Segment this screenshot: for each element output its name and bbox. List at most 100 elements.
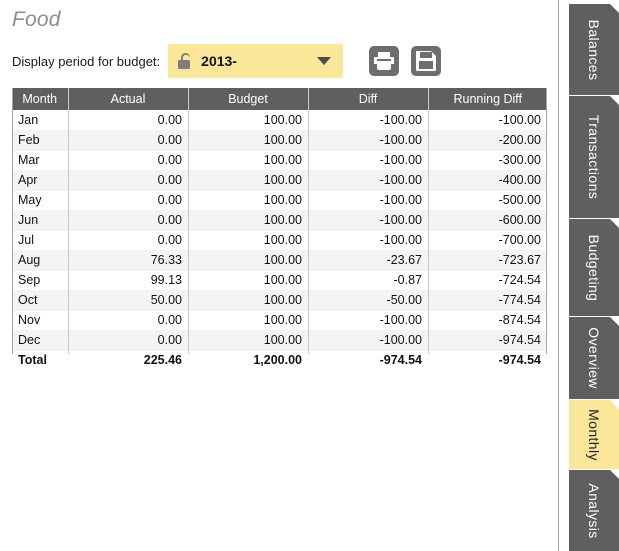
tab-label: Balances (586, 19, 602, 80)
cell-actual: 0.00 (68, 130, 188, 151)
tab-corner-notch (610, 4, 619, 13)
table-row[interactable]: Nov 0.00 100.00 -100.00 -874.54 (12, 310, 547, 331)
cell-diff: -100.00 (308, 150, 428, 171)
period-dropdown[interactable]: 2013- (168, 44, 344, 78)
table-row[interactable]: Sep 99.13 100.00 -0.87 -724.54 (12, 270, 547, 291)
tab-corner-notch (610, 400, 619, 409)
tab-corner-notch (610, 96, 619, 105)
tab-monthly[interactable]: Monthly (569, 400, 619, 469)
budget-table-body: Jan 0.00 100.00 -100.00 -100.00 Feb 0.00 100.00… (12, 110, 547, 370)
total-cell-month: Total (12, 350, 68, 370)
cell-budget: 100.00 (188, 270, 308, 291)
tab-analysis[interactable]: Analysis (569, 470, 619, 551)
cell-budget: 100.00 (188, 190, 308, 211)
cell-month: Dec (12, 330, 68, 351)
cell-diff: -100.00 (308, 190, 428, 211)
cell-budget: 100.00 (188, 130, 308, 151)
table-total-row: Total 225.46 1,200.00 -974.54 -974.54 (12, 350, 547, 370)
cell-month: Jan (12, 110, 68, 131)
cell-diff: -100.00 (308, 310, 428, 331)
cell-diff: -100.00 (308, 210, 428, 231)
table-row[interactable]: Aug 76.33 100.00 -23.67 -723.67 (12, 250, 547, 271)
cell-budget: 100.00 (188, 150, 308, 171)
total-cell-actual: 225.46 (68, 350, 188, 370)
tab-overview[interactable]: Overview (569, 317, 619, 399)
column-header-actual[interactable]: Actual (68, 88, 189, 110)
total-cell-diff: -974.54 (308, 350, 428, 370)
budget-table-container: Month Actual Budget Diff Running Diff Ja… (12, 88, 547, 370)
table-row[interactable]: Apr 0.00 100.00 -100.00 -400.00 (12, 170, 547, 191)
cell-actual: 99.13 (68, 270, 188, 291)
table-row[interactable]: Jan 0.00 100.00 -100.00 -100.00 (12, 110, 547, 131)
total-cell-running-diff: -974.54 (428, 350, 547, 370)
vertical-tab-strip: Balances Transactions Budgeting Overview Mon… (559, 0, 619, 551)
cell-month: Mar (12, 150, 68, 171)
tab-label: Monthly (586, 408, 602, 461)
cell-budget: 100.00 (188, 250, 308, 271)
cell-running-diff: -300.00 (428, 150, 547, 171)
print-button[interactable] (369, 46, 400, 76)
cell-diff: -100.00 (308, 330, 428, 351)
cell-diff: -50.00 (308, 290, 428, 311)
cell-actual: 0.00 (68, 310, 188, 331)
tab-transactions[interactable]: Transactions (569, 96, 619, 218)
cell-month: May (12, 190, 68, 211)
unlocked-padlock-icon (178, 53, 192, 69)
cell-month: Sep (12, 270, 68, 291)
column-header-budget[interactable]: Budget (188, 88, 309, 110)
tab-corner-notch (610, 470, 619, 479)
cell-actual: 0.00 (68, 110, 188, 131)
column-header-running-diff[interactable]: Running Diff (428, 88, 547, 110)
cell-actual: 76.33 (68, 250, 188, 271)
tab-budgeting[interactable]: Budgeting (569, 219, 619, 316)
cell-month: Jul (12, 230, 68, 251)
column-header-diff[interactable]: Diff (308, 88, 429, 110)
cell-month: Feb (12, 130, 68, 151)
cell-diff: -100.00 (308, 130, 428, 151)
table-row[interactable]: Mar 0.00 100.00 -100.00 -300.00 (12, 150, 547, 171)
cell-month: Apr (12, 170, 68, 191)
cell-diff: -0.87 (308, 270, 428, 291)
cell-actual: 0.00 (68, 210, 188, 231)
budget-table: Month Actual Budget Diff Running Diff Ja… (12, 88, 547, 370)
page-title: Food (12, 8, 61, 31)
period-dropdown-value: 2013- (201, 53, 237, 69)
cell-actual: 0.00 (68, 230, 188, 251)
table-row[interactable]: Jul 0.00 100.00 -100.00 -700.00 (12, 230, 547, 251)
chevron-down-icon (317, 57, 332, 65)
tab-corner-notch (610, 317, 619, 326)
cell-diff: -100.00 (308, 230, 428, 251)
cell-month: Aug (12, 250, 68, 271)
tab-label: Transactions (586, 114, 602, 200)
cell-running-diff: -874.54 (428, 310, 547, 331)
cell-actual: 0.00 (68, 190, 188, 211)
printer-icon (374, 51, 395, 71)
cell-running-diff: -200.00 (428, 130, 547, 151)
main-content-pane: Food Display period for budget: 2013- Mo… (0, 0, 559, 551)
cell-actual: 50.00 (68, 290, 188, 311)
column-header-month[interactable]: Month (12, 88, 69, 110)
cell-running-diff: -723.67 (428, 250, 547, 271)
table-row[interactable]: May 0.00 100.00 -100.00 -500.00 (12, 190, 547, 211)
table-row[interactable]: Oct 50.00 100.00 -50.00 -774.54 (12, 290, 547, 311)
tab-balances[interactable]: Balances (569, 4, 619, 95)
table-row[interactable]: Jun 0.00 100.00 -100.00 -600.00 (12, 210, 547, 231)
cell-running-diff: -600.00 (428, 210, 547, 231)
save-floppy-icon (416, 51, 437, 71)
cell-running-diff: -100.00 (428, 110, 547, 131)
cell-actual: 0.00 (68, 150, 188, 171)
cell-running-diff: -974.54 (428, 330, 547, 351)
cell-budget: 100.00 (188, 110, 308, 131)
cell-running-diff: -724.54 (428, 270, 547, 291)
cell-diff: -100.00 (308, 110, 428, 131)
cell-budget: 100.00 (188, 210, 308, 231)
save-button[interactable] (411, 46, 442, 76)
cell-month: Oct (12, 290, 68, 311)
table-row[interactable]: Feb 0.00 100.00 -100.00 -200.00 (12, 130, 547, 151)
table-row[interactable]: Dec 0.00 100.00 -100.00 -974.54 (12, 330, 547, 351)
table-header-row: Month Actual Budget Diff Running Diff (12, 88, 547, 110)
cell-budget: 100.00 (188, 290, 308, 311)
cell-budget: 100.00 (188, 170, 308, 191)
cell-budget: 100.00 (188, 230, 308, 251)
cell-month: Jun (12, 210, 68, 231)
